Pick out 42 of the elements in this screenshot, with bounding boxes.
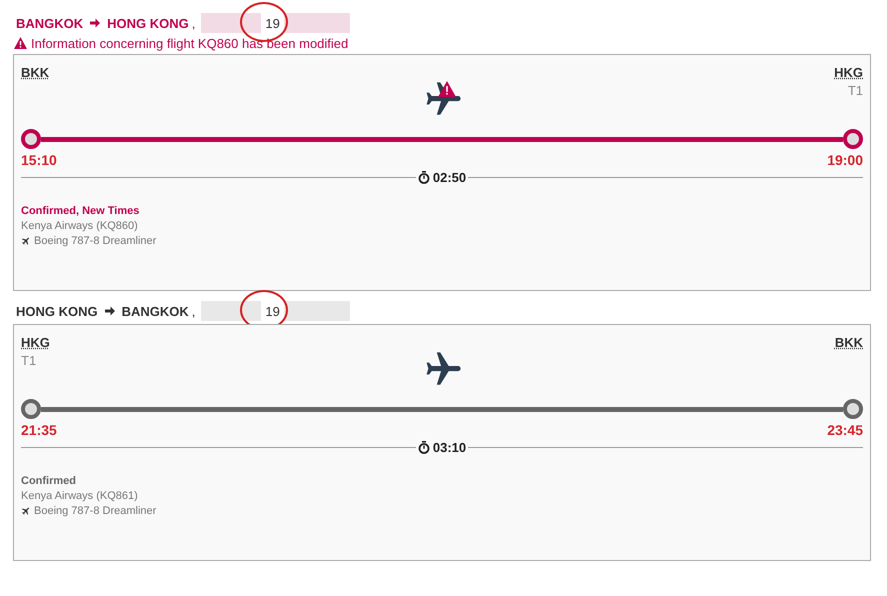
departure-time: 15:10 <box>21 152 57 168</box>
redaction-block <box>201 13 262 33</box>
route-origin: BANGKOK <box>16 16 84 30</box>
airport-code: BKK <box>834 335 863 350</box>
arrival-time: 19:00 <box>827 152 863 168</box>
arrival-time: 23:45 <box>827 422 863 438</box>
comma: , <box>190 16 196 30</box>
comma: , <box>190 304 196 318</box>
flight-date: 19 <box>264 304 281 318</box>
departure-dot <box>21 399 41 419</box>
terminal: T1 <box>21 353 38 368</box>
terminal: T1 <box>846 83 863 98</box>
booking-status: Confirmed, New Times <box>21 205 140 217</box>
plane-icon <box>21 506 31 516</box>
airport-code: BKK <box>21 65 50 80</box>
modification-notice: Information concerning flight KQ860 has been modified <box>31 36 348 50</box>
airport-code: HKG <box>834 65 863 80</box>
redaction-block <box>201 301 262 321</box>
airline-name: Kenya Airways (KQ860) <box>21 220 139 232</box>
aircraft-type: Boeing 787-8 Dreamliner <box>34 235 156 247</box>
aircraft-type: Boeing 787-8 Dreamliner <box>34 505 156 517</box>
airline-name: Kenya Airways (KQ861) <box>21 490 139 502</box>
booking-status: Confirmed <box>21 475 77 487</box>
departure-time: 21:35 <box>21 422 57 438</box>
arrival-dot <box>843 129 863 149</box>
warning-icon <box>14 37 27 49</box>
departure-dot <box>21 129 41 149</box>
flight-duration: 02:50 <box>432 170 466 185</box>
plane-icon <box>21 236 31 246</box>
stopwatch-icon <box>418 171 430 184</box>
arrival-dot <box>843 399 863 419</box>
stopwatch-icon <box>418 441 430 454</box>
route-origin: HONG KONG <box>16 304 98 318</box>
route-destination: HONG KONG <box>107 16 189 30</box>
airport-code: HKG <box>21 335 50 350</box>
redaction-block <box>284 301 350 321</box>
arrow-icon <box>89 17 102 29</box>
flight-date: 19 <box>264 16 281 30</box>
flight-duration: 03:10 <box>432 440 466 455</box>
arrow-icon <box>104 305 116 317</box>
route-destination: BANGKOK <box>122 304 189 318</box>
redaction-block <box>284 13 350 33</box>
